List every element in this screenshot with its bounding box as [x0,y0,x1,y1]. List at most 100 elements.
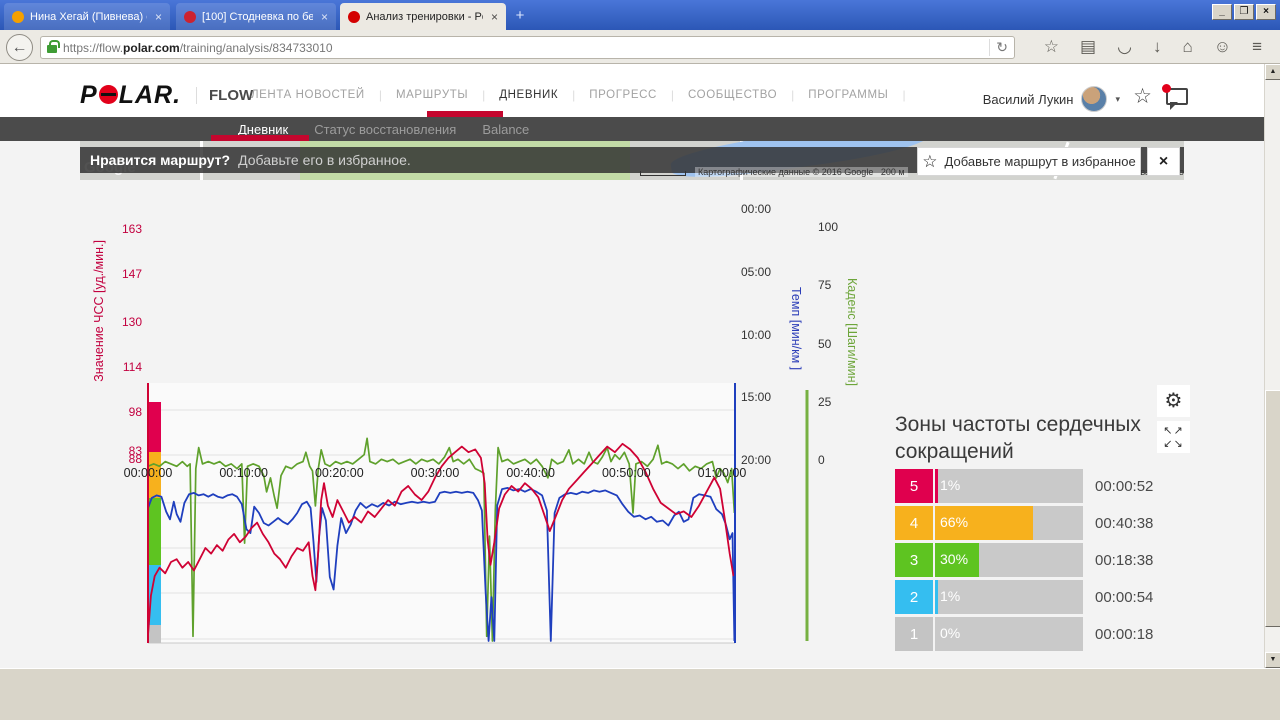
zone-time: 00:40:38 [1095,515,1153,532]
tab-title: Нина Хегай (Пивнева) сдел... [30,11,147,23]
hr-axis-tick: 88 [108,452,142,466]
main-nav: ЛЕНТА НОВОСТЕЙ|МАРШРУТЫ|ДНЕВНИК|ПРОГРЕСС… [237,88,906,102]
close-button[interactable]: × [1256,4,1276,20]
scrollbar-thumb[interactable] [1265,390,1280,627]
menu-icon[interactable]: ≡ [1252,34,1262,60]
zone-number: 2 [895,580,933,614]
pocket-icon[interactable]: ◡ [1117,34,1132,60]
hr-zone-row: 466%00:40:38 [895,506,1185,540]
home-icon[interactable]: ⌂ [1182,34,1192,60]
sub-nav: ДневникСтатус восстановленияBalance [0,117,1264,141]
star-icon: ☆ [922,152,937,172]
zone-bar: 1% [935,580,1083,614]
map-attribution: Картографические данные © 2016 Google 20… [695,167,908,177]
pace-axis-tick: 10:00 [741,328,771,342]
scroll-down-icon[interactable]: ▼ [1265,652,1280,668]
nav-item-5[interactable]: СООБЩЕСТВО [674,89,791,101]
gear-icon[interactable]: ⚙ [1157,385,1190,417]
avatar[interactable] [1081,86,1107,112]
hr-axis-label: Значение ЧСС [уд./мин.] [92,240,106,382]
tab-close-icon[interactable]: × [155,10,162,24]
browser-tab[interactable]: Анализ тренировки - Polar F...× [340,3,506,30]
cadence-axis-tick: 50 [818,337,831,351]
polar-logo[interactable]: PLAR. [80,81,181,110]
hr-zone-row: 2 1% 00:00:54 [895,580,1185,614]
hr-axis-tick: 163 [108,222,142,236]
map-scale-bar [640,171,686,176]
notification-dot [1162,84,1171,93]
zone-bar: 66% [935,506,1083,540]
tab-close-icon[interactable]: × [491,10,498,24]
training-curves-chart[interactable] [80,375,890,675]
time-axis-tick: 00:50:00 [591,466,661,480]
chat-icon[interactable]: ☺ [1214,34,1231,60]
downloads-icon[interactable]: ↓ [1153,34,1162,60]
cadence-axis-label: Каденс [Шаги/мин] [845,278,859,386]
pace-axis-tick: 15:00 [741,390,771,404]
nav-item-4[interactable]: ПРОГРЕСС [575,89,671,101]
zone-percent: 66% [940,514,968,530]
add-route-favorite-button[interactable]: ☆Добавьте маршрут в избранное [917,147,1141,176]
favorites-star-icon[interactable]: ☆ [1133,84,1152,109]
notifications-icon[interactable] [1166,88,1188,105]
zone-bar-fill [935,580,938,614]
cadence-axis-tick: 75 [818,278,831,292]
pace-axis-tick: 00:00 [741,202,771,216]
nav-item-6[interactable]: ПРОГРАММЫ [794,89,902,101]
zone-time: 00:00:52 [1095,478,1153,495]
tab-favicon [184,11,196,23]
zone-bar-fill [935,469,938,503]
tab-favicon [348,11,360,23]
chevron-down-icon[interactable]: ▾ [1115,94,1120,105]
user-name: Василий Лукин [983,92,1074,107]
nav-item-3[interactable]: ДНЕВНИК [485,89,572,101]
subnav-item-3[interactable]: Balance [482,122,529,137]
reload-icon[interactable]: ↻ [989,39,1008,56]
zone-number: 3 [895,543,933,577]
tab-favicon [12,11,24,23]
bookmarks-panel-icon[interactable]: ▤ [1080,34,1096,60]
address-bar[interactable]: https://flow.polar.com/training/analysis… [40,36,1015,59]
subnav-item-2[interactable]: Статус восстановления [314,122,456,137]
lock-icon [47,45,57,53]
url-text[interactable]: https://flow.polar.com/training/analysis… [63,41,983,55]
hr-axis-tick: 114 [108,360,142,374]
pace-axis-tick: 20:00 [741,453,771,467]
browser-tab[interactable]: Нина Хегай (Пивнева) сдел... × [4,3,170,30]
cadence-axis-tick: 100 [818,220,838,234]
hr-zones-list: 51%00:00:52466%00:40:38330%00:18:3821%00… [895,469,1185,654]
zone-percent: 0% [940,625,960,641]
logo-o-icon [99,85,118,104]
hr-axis-tick: 130 [108,315,142,329]
tab-close-icon[interactable]: × [321,10,328,24]
page-scrollbar[interactable]: ▲ ▼ [1264,64,1280,668]
zone-time: 00:00:18 [1095,626,1153,643]
pace-axis-label: Темп [мин/км ] [789,287,803,370]
tab-title: [100] Стодневка по бегу - 4... [202,11,313,23]
cadence-axis-tick: 25 [818,395,831,409]
banner-question: Нравится маршрут? [90,152,230,168]
hr-zone-row: 10%00:00:18 [895,617,1185,651]
pace-axis-tick: 05:00 [741,265,771,279]
new-tab-button[interactable]: + [508,6,532,26]
user-menu[interactable]: Василий Лукин ▾ [983,86,1120,112]
minimize-button[interactable]: _ [1212,4,1232,20]
time-axis-tick: 00:30:00 [400,466,470,480]
back-button[interactable]: ← [6,34,33,61]
taskbar: Пуск Анализ тренировки - ...Polar FlowSy… [0,668,1280,720]
hr-axis-tick: 98 [108,405,142,419]
toolbar-icons: ☆ ▤ ◡ ↓ ⌂ ☺ ≡ [1044,34,1262,60]
banner-text: Добавьте его в избранное. [238,152,411,168]
browser-tab[interactable]: [100] Стодневка по бегу - 4... × [176,3,336,30]
time-axis-tick: 00:20:00 [304,466,374,480]
nav-item-1[interactable]: ЛЕНТА НОВОСТЕЙ [237,89,379,101]
expand-icon[interactable]: ↖↗ ↙↘ [1157,421,1190,453]
nav-item-2[interactable]: МАРШРУТЫ [382,89,482,101]
restore-button[interactable]: ❐ [1234,4,1254,20]
zone-percent: 1% [940,588,960,604]
window-titlebar: Нина Хегай (Пивнева) сдел...×[100] Стодн… [0,0,1280,30]
bookmark-star-icon[interactable]: ☆ [1044,34,1059,60]
zone-time: 00:00:54 [1095,589,1153,606]
banner-close-button[interactable]: × [1147,147,1180,176]
scroll-up-icon[interactable]: ▲ [1265,64,1280,80]
